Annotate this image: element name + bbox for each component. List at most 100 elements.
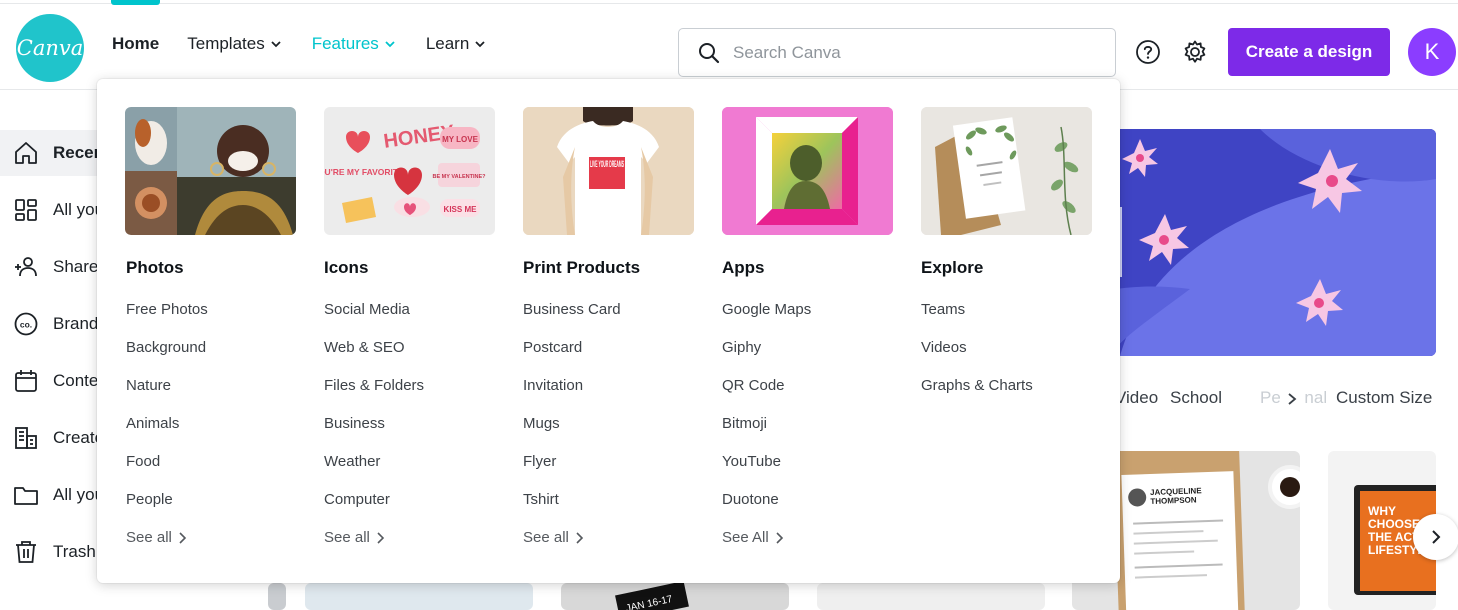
resume-line xyxy=(1134,563,1223,569)
icons-thumbnail[interactable]: HONEY MY LOVE YOU'RE MY FAVORITE BE MY V… xyxy=(324,107,495,235)
features-dropdown: Photos Free Photos Background Nature Ani… xyxy=(97,79,1120,583)
menu-link-invitation[interactable]: Invitation xyxy=(523,377,583,394)
nav-home-label: Home xyxy=(112,34,160,53)
menu-column-title: Photos xyxy=(126,258,184,277)
menu-link-free-photos[interactable]: Free Photos xyxy=(126,301,208,318)
design-card[interactable] xyxy=(817,583,1045,610)
nav-templates-label: Templates xyxy=(187,34,265,53)
menu-column-title: Explore xyxy=(921,258,984,277)
chevron-down-icon xyxy=(385,41,395,48)
create-design-button[interactable]: Create a design xyxy=(1228,28,1390,76)
design-card[interactable] xyxy=(305,583,533,610)
chevron-down-icon xyxy=(475,41,485,48)
sticker-favorite: YOU'RE MY FAVORITE xyxy=(324,167,404,177)
top-header: Canva Home Templates Features Learn Crea… xyxy=(0,5,1458,90)
category-custom-size[interactable]: Custom Size xyxy=(1336,388,1432,408)
menu-link-social-media[interactable]: Social Media xyxy=(324,301,410,318)
see-all-print[interactable]: See all xyxy=(523,529,584,546)
grid-icon xyxy=(15,199,37,221)
category-video[interactable]: Video xyxy=(1115,388,1158,408)
create-design-label: Create a design xyxy=(1245,42,1373,61)
menu-link-google-maps[interactable]: Google Maps xyxy=(722,301,811,318)
see-all-label: See all xyxy=(523,529,569,546)
menu-link-computer[interactable]: Computer xyxy=(324,491,390,508)
menu-column-title: Print Products xyxy=(523,258,641,277)
chevron-right-icon xyxy=(1432,530,1441,544)
valentine-stickers: HONEY MY LOVE YOU'RE MY FAVORITE BE MY V… xyxy=(324,121,487,223)
gear-icon xyxy=(1184,40,1206,63)
category-scroll-right[interactable] xyxy=(1280,389,1304,409)
menu-link-tshirt[interactable]: Tshirt xyxy=(523,491,559,508)
duotone-photo xyxy=(722,107,893,235)
sidebar-item-trash[interactable]: Trash xyxy=(13,539,96,565)
see-all-label: See all xyxy=(324,529,370,546)
menu-link-weather[interactable]: Weather xyxy=(324,453,380,470)
menu-link-mugs[interactable]: Mugs xyxy=(523,415,560,432)
nav-home[interactable]: Home xyxy=(112,34,159,54)
menu-link-people[interactable]: People xyxy=(126,491,173,508)
see-all-icons[interactable]: See all xyxy=(324,529,385,546)
menu-link-nature[interactable]: Nature xyxy=(126,377,171,394)
tshirt-text: LIVE YOUR DREAMS xyxy=(590,159,624,169)
coffee-cup xyxy=(1268,465,1300,509)
sticker-my-love: MY LOVE xyxy=(442,135,479,144)
search-bar[interactable] xyxy=(678,28,1116,77)
category-school[interactable]: School xyxy=(1170,388,1222,408)
resume-name: JACQUELINE THOMPSON xyxy=(1149,486,1202,507)
apps-thumbnail[interactable] xyxy=(722,107,893,235)
active-tab-indicator xyxy=(111,0,160,5)
menu-link-qr-code[interactable]: QR Code xyxy=(722,377,785,394)
menu-link-animals[interactable]: Animals xyxy=(126,415,179,432)
menu-link-flyer[interactable]: Flyer xyxy=(523,453,556,470)
menu-link-food[interactable]: Food xyxy=(126,453,160,470)
menu-link-videos[interactable]: Videos xyxy=(921,339,967,356)
menu-link-web-seo[interactable]: Web & SEO xyxy=(324,339,405,356)
resume-photo xyxy=(1127,488,1147,507)
menu-link-files-folders[interactable]: Files & Folders xyxy=(324,377,424,394)
resume-line xyxy=(1133,530,1204,535)
help-icon xyxy=(1136,40,1160,64)
menu-link-teams[interactable]: Teams xyxy=(921,301,965,318)
settings-button[interactable] xyxy=(1181,38,1209,66)
category-label: Custom Size xyxy=(1336,388,1433,407)
print-products-thumbnail[interactable]: LIVE YOUR DREAMS xyxy=(523,107,694,235)
design-card[interactable]: JAN 16-17 xyxy=(561,583,789,610)
menu-link-business-card[interactable]: Business Card xyxy=(523,301,621,318)
menu-link-postcard[interactable]: Postcard xyxy=(523,339,582,356)
people-icon xyxy=(15,257,37,277)
see-all-apps[interactable]: See All xyxy=(722,529,784,546)
nav-learn[interactable]: Learn xyxy=(426,34,486,54)
chevron-right-icon xyxy=(377,531,385,544)
avatar[interactable]: K xyxy=(1408,28,1456,76)
chevron-right-icon xyxy=(179,531,187,544)
trash-icon xyxy=(16,541,36,563)
menu-link-business[interactable]: Business xyxy=(324,415,385,432)
menu-link-youtube[interactable]: YouTube xyxy=(722,453,781,470)
coffee xyxy=(1280,477,1300,497)
menu-link-giphy[interactable]: Giphy xyxy=(722,339,761,356)
category-label: School xyxy=(1170,388,1222,407)
carousel-next-button[interactable] xyxy=(1413,514,1458,560)
menu-column-title: Icons xyxy=(324,258,369,277)
nav-features[interactable]: Features xyxy=(312,34,396,54)
search-input[interactable] xyxy=(733,42,1093,63)
photos-thumbnail[interactable] xyxy=(125,107,296,235)
see-all-label: See all xyxy=(126,529,172,546)
menu-column-title: Apps xyxy=(722,258,765,277)
resume-line xyxy=(1134,550,1195,555)
see-all-photos[interactable]: See all xyxy=(126,529,187,546)
nav-templates[interactable]: Templates xyxy=(187,34,281,54)
help-button[interactable] xyxy=(1134,38,1162,66)
explore-thumbnail[interactable] xyxy=(921,107,1092,235)
menu-link-bitmoji[interactable]: Bitmoji xyxy=(722,415,767,432)
photos-collage xyxy=(125,107,296,235)
menu-link-background[interactable]: Background xyxy=(126,339,206,356)
menu-link-graphs-charts[interactable]: Graphs & Charts xyxy=(921,377,1033,394)
avatar-letter: K xyxy=(1424,39,1440,64)
menu-link-duotone[interactable]: Duotone xyxy=(722,491,779,508)
sticker-kiss-me: KISS ME xyxy=(444,205,478,214)
sidebar-item-recent[interactable]: Recent xyxy=(13,140,110,166)
canva-logo[interactable]: Canva xyxy=(16,14,84,82)
design-card-edge xyxy=(268,583,286,610)
sticker-valentine: BE MY VALENTINE? xyxy=(433,174,487,180)
